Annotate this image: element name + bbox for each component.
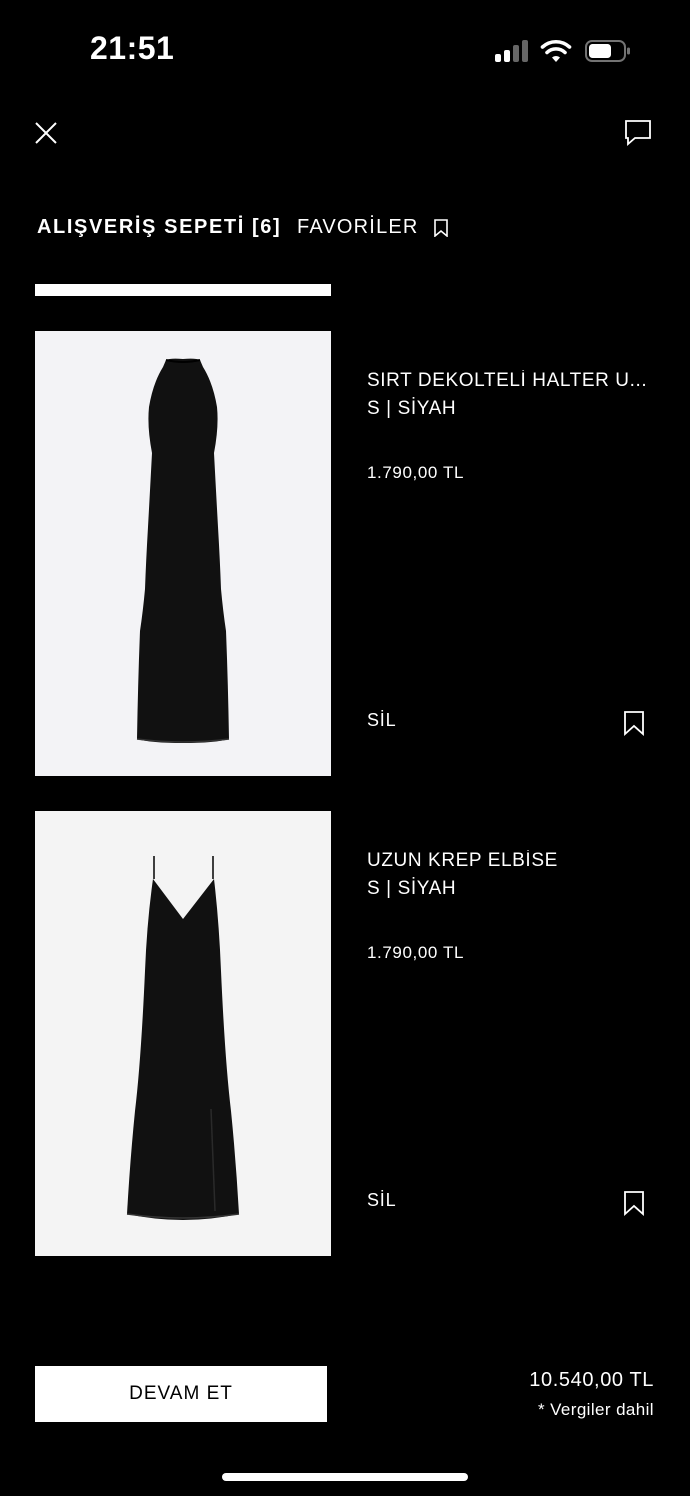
close-icon[interactable] [30, 117, 62, 149]
product-price: 1.790,00 TL [367, 463, 465, 482]
product-image[interactable] [35, 811, 331, 1256]
product-image[interactable] [35, 331, 331, 776]
bookmark-icon [433, 218, 448, 237]
cart-total: 10.540,00 TL [529, 1369, 654, 1391]
battery-icon [585, 40, 630, 62]
tab-favorites[interactable]: FAVORİLER [297, 216, 449, 239]
tax-note: * Vergiler dahil [537, 1400, 654, 1419]
product-variant: S | SİYAH [367, 398, 457, 419]
save-to-favorites-icon[interactable] [622, 710, 646, 736]
tab-shopping-cart[interactable]: ALIŞVERİŞ SEPETİ [6] [37, 216, 281, 239]
clipped-content-edge [35, 1326, 395, 1336]
product-price: 1.790,00 TL [367, 943, 465, 962]
remove-item-button[interactable]: SİL [367, 710, 396, 731]
save-to-favorites-icon[interactable] [622, 1190, 646, 1216]
home-indicator[interactable] [222, 1473, 468, 1481]
wifi-icon [540, 39, 572, 62]
continue-button[interactable]: DEVAM ET [35, 1366, 327, 1422]
previous-item-image-edge [35, 284, 331, 296]
chat-icon[interactable] [622, 116, 654, 148]
status-time: 21:51 [90, 30, 175, 66]
cellular-signal-icon [495, 40, 529, 62]
remove-item-button[interactable]: SİL [367, 1190, 396, 1211]
tab-favorites-label: FAVORİLER [297, 216, 419, 238]
product-variant: S | SİYAH [367, 878, 457, 899]
product-name[interactable]: UZUN KREP ELBİSE [367, 850, 558, 872]
product-name[interactable]: SIRT DEKOLTELİ HALTER U... [367, 370, 647, 392]
